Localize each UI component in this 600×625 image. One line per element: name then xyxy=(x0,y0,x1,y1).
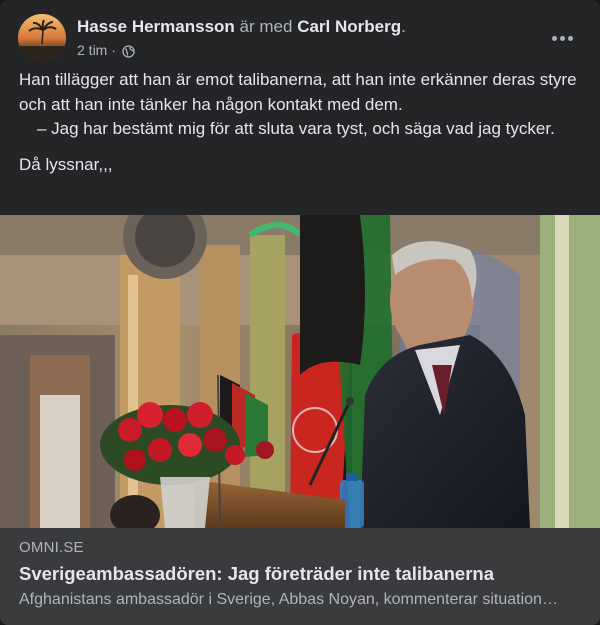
more-options-button[interactable] xyxy=(546,24,582,52)
body-paragraph-3: Då lyssnar,,, xyxy=(19,154,113,174)
post-body: Han tillägger att han är emot talibanern… xyxy=(19,68,579,177)
post-header: Hasse Hermansson är med Carl Norberg. 2 … xyxy=(18,14,582,64)
post-timestamp-link[interactable]: 2 tim xyxy=(77,42,107,58)
link-preview[interactable]: OMNI.SE Sverigeambassadören: Jag företrä… xyxy=(0,528,600,625)
tagged-person-link[interactable]: Carl Norberg xyxy=(297,17,401,36)
link-description: Afghanistans ambassadör i Sverige, Abbas… xyxy=(19,591,559,608)
link-title[interactable]: Sverigeambassadören: Jag företräder inte… xyxy=(19,563,494,585)
author-line: Hasse Hermansson är med Carl Norberg. xyxy=(77,16,406,38)
body-quote: – Jag har bestämt mig för att sluta vara… xyxy=(37,119,555,138)
post-card: Hasse Hermansson är med Carl Norberg. 2 … xyxy=(0,0,600,625)
body-paragraph-1: Han tillägger att han är emot talibanern… xyxy=(19,70,577,114)
with-text: är med xyxy=(239,17,293,36)
more-dot-2 xyxy=(560,36,565,41)
post-meta: 2 tim · xyxy=(77,41,135,62)
post-image[interactable] xyxy=(0,215,600,528)
more-dots-icon xyxy=(552,36,557,41)
tagged-suffix: . xyxy=(401,17,406,36)
more-dot-3 xyxy=(568,36,573,41)
globe-icon[interactable] xyxy=(122,44,135,62)
body-paragraph-2: – Jag har bestämt mig för att sluta vara… xyxy=(19,117,579,142)
avatar[interactable] xyxy=(18,14,66,62)
meta-separator: · xyxy=(111,42,116,58)
author-name-link[interactable]: Hasse Hermansson xyxy=(77,17,235,36)
link-domain: OMNI.SE xyxy=(19,539,84,556)
